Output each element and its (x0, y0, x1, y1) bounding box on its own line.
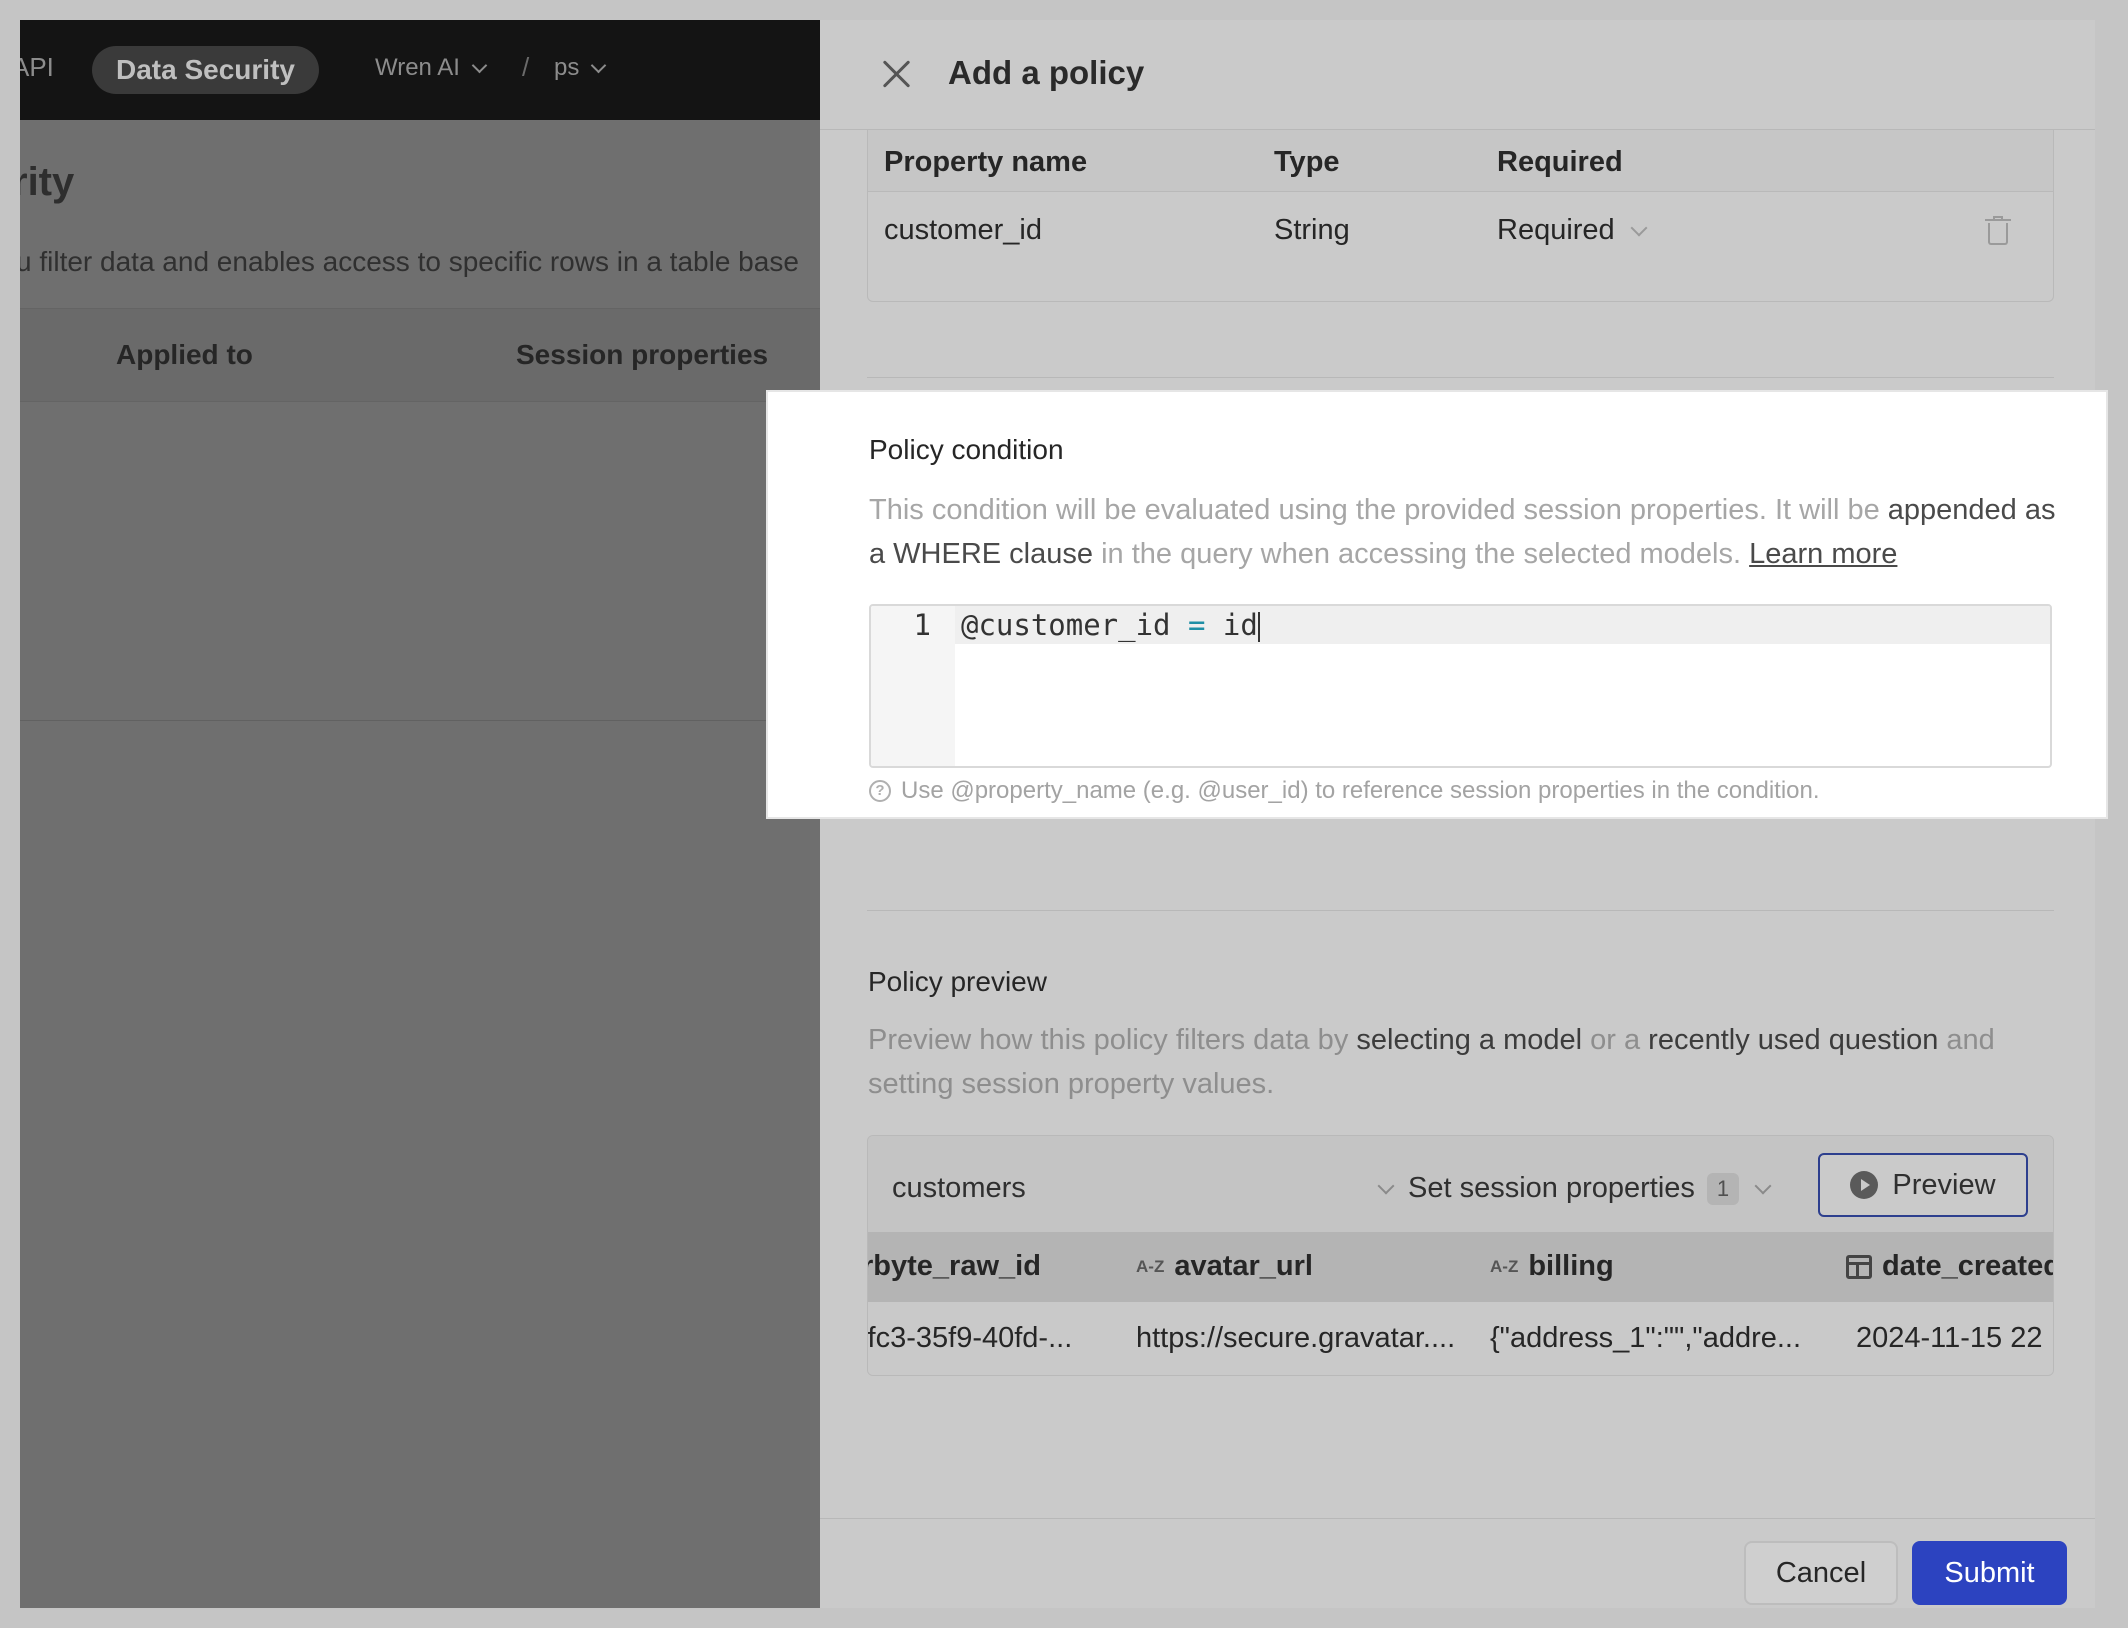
drawer-header: Add a policy (820, 20, 2095, 130)
model-select-value: customers (892, 1172, 1026, 1204)
column-header-session-properties: Session properties (516, 339, 769, 370)
close-icon[interactable] (880, 58, 912, 90)
column-header-required: Required (1497, 146, 1623, 178)
table-row: 'fc3-35f9-40fd-... https://secure.gravat… (867, 1302, 2053, 1375)
table-header: Property name Type Required (868, 130, 2053, 192)
preview-grid-header: rbyte_raw_id A-Zavatar_url A-Zbilling da… (868, 1232, 2053, 1302)
question-circle-icon: ? (869, 780, 891, 802)
required-select-value: Required (1497, 214, 1615, 246)
chevron-down-icon (471, 57, 488, 73)
text-type-icon: A-Z (1490, 1256, 1519, 1276)
code-line[interactable]: @customer_id = id (961, 606, 1260, 644)
page-title: rity (20, 160, 75, 204)
chevron-down-icon (1754, 1177, 1772, 1194)
grid-cell: {"address_1":"","addre... (1490, 1322, 1802, 1354)
background-app: API Data Security Wren AI / ps rity u fi… (20, 20, 820, 1608)
table-divider (20, 720, 820, 721)
cancel-button[interactable]: Cancel (1744, 1541, 1898, 1605)
top-navigation-bar: API Data Security Wren AI / ps (20, 20, 820, 120)
column-header-applied-to: Applied to (116, 339, 253, 370)
breadcrumb-separator: / (522, 52, 530, 82)
text-type-icon: A-Z (1136, 1256, 1165, 1276)
drawer-footer: Cancel Submit (820, 1518, 2095, 1608)
trash-icon[interactable] (1985, 216, 2011, 246)
nav-tab-api[interactable]: API (20, 52, 54, 83)
project-name: Wren AI (375, 54, 460, 81)
column-header-billing: A-Z billing (1490, 1250, 1614, 1282)
submit-button[interactable]: Submit (1912, 1541, 2067, 1605)
column-header-byte-raw-id: rbyte_raw_id (868, 1250, 1041, 1282)
preview-button[interactable]: Preview (1818, 1153, 2028, 1217)
calendar-icon (1846, 1254, 1872, 1279)
section-divider (867, 910, 2054, 911)
preview-button-label: Preview (1892, 1168, 1996, 1201)
chevron-down-icon (591, 57, 607, 73)
policy-preview-panel: customers Set session properties 1 Previ… (867, 1135, 2054, 1376)
property-type-cell: String (1274, 214, 1350, 246)
text-cursor (1257, 612, 1260, 642)
policy-condition-section: Policy condition This condition will be … (766, 390, 2108, 819)
session-properties-table: Property name Type Required customer_id … (867, 130, 2054, 302)
condition-hint: ? Use @property_name (e.g. @user_id) to … (869, 777, 1820, 805)
model-select[interactable]: customers (892, 1172, 1395, 1205)
project-selector[interactable]: Wren AI (375, 54, 488, 82)
policy-preview-title: Policy preview (868, 966, 1047, 997)
page-description: u filter data and enables access to spec… (20, 246, 799, 277)
chevron-down-icon (1630, 219, 1648, 236)
column-header-avatar-url: A-Z avatar_url (1136, 1250, 1313, 1282)
learn-more-link[interactable]: Learn more (1749, 538, 1897, 570)
chevron-down-icon (1377, 1177, 1395, 1195)
branch-name: ps (554, 54, 580, 81)
grid-cell: https://secure.gravatar.... (1136, 1322, 1456, 1354)
required-select[interactable]: Required (1497, 214, 1648, 247)
branch-selector[interactable]: ps (554, 54, 607, 82)
condition-code-editor[interactable]: 1 @customer_id = id (869, 604, 2052, 768)
policy-condition-description: This condition will be evaluated using t… (869, 494, 2056, 570)
nav-tab-data-security[interactable]: Data Security (92, 46, 319, 94)
column-header-type: Type (1274, 146, 1340, 178)
grid-cell: 2024-11-15 22 (1856, 1322, 2043, 1354)
grid-cell: 'fc3-35f9-40fd-... (867, 1322, 1073, 1354)
section-divider (867, 377, 2054, 378)
line-number: 1 (913, 608, 931, 642)
policy-preview-description: Preview how this policy filters data by … (868, 1024, 1995, 1100)
policy-condition-title: Policy condition (869, 434, 1064, 465)
column-header-date-created: date_created (1846, 1250, 2053, 1283)
property-name-cell: customer_id (884, 214, 1042, 246)
drawer-title: Add a policy (948, 54, 1145, 91)
play-icon (1850, 1171, 1879, 1199)
condition-hint-text: Use @property_name (e.g. @user_id) to re… (901, 777, 1820, 804)
count-badge: 1 (1706, 1172, 1739, 1205)
policy-table-header: Applied to Session properties (20, 308, 820, 402)
column-header-property-name: Property name (884, 146, 1088, 178)
session-select-label: Set session properties (1408, 1172, 1695, 1204)
session-properties-select[interactable]: Set session properties 1 (1408, 1172, 1772, 1205)
